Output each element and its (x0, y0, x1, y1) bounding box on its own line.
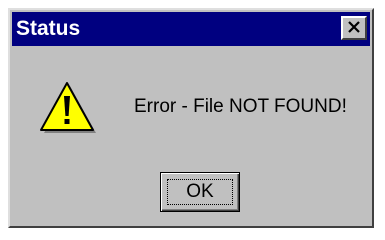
close-icon (348, 21, 360, 33)
title-bar[interactable]: Status (12, 12, 370, 46)
warning-icon (36, 78, 98, 136)
status-dialog: Status Error - File NOT FOUND! OK (8, 8, 374, 228)
ok-button[interactable]: OK (160, 172, 240, 212)
ok-button-label: OK (186, 181, 214, 202)
close-button[interactable] (341, 16, 367, 40)
dialog-title: Status (16, 17, 81, 40)
error-message: Error - File NOT FOUND! (134, 96, 347, 117)
